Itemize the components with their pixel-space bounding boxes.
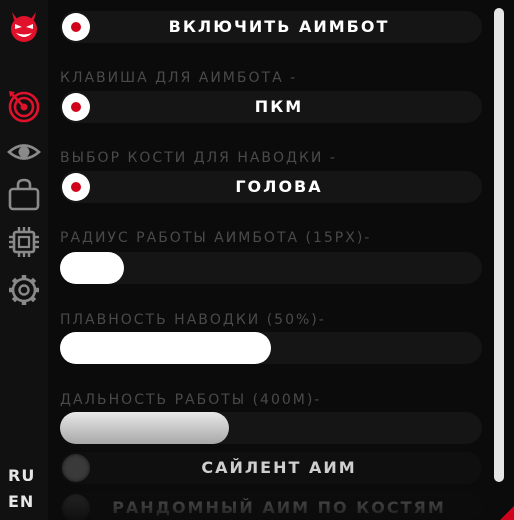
smoothness-slider[interactable] [60,332,482,364]
eye-icon[interactable] [6,134,42,170]
gear-icon[interactable] [6,272,42,308]
lang-en-button[interactable]: EN [8,492,34,511]
silent-aim-label: САЙЛЕНТ АИМ [201,458,357,477]
distance-slider[interactable] [60,412,482,444]
aimbot-toggle[interactable] [62,13,90,41]
distance-section-label: ДАЛЬНОСТЬ РАБОТЫ (400М)- [60,392,322,408]
aimbot-key-section-label: КЛАВИША ДЛЯ АИМБОТА - [60,70,298,86]
random-bones-toggle-row[interactable]: РАНДОМНЫЙ АИМ ПО КОСТЯМ [60,492,482,520]
bone-select-value: ГОЛОВА [235,177,323,196]
lang-ru-button[interactable]: RU [8,466,35,485]
aimbot-key-indicator[interactable] [62,93,90,121]
aimbot-settings-panel: ВКЛЮЧИТЬ АИМБОТ КЛАВИША ДЛЯ АИМБОТА - ПК… [48,0,514,520]
bone-selector[interactable]: ГОЛОВА [60,171,482,203]
silent-aim-toggle[interactable] [62,454,90,482]
silent-aim-toggle-row[interactable]: САЙЛЕНТ АИМ [60,452,482,484]
indicator-dot [71,182,81,192]
distance-slider-fill[interactable] [60,412,229,444]
bone-select-indicator[interactable] [62,173,90,201]
scrollbar[interactable] [494,8,504,482]
toggle-on-dot [71,22,81,32]
bone-select-section-label: ВЫБОР КОСТИ ДЛЯ НАВОДКИ - [60,150,337,166]
smoothness-slider-fill[interactable] [60,332,271,364]
target-icon[interactable] [6,88,42,124]
aimbot-key-value: ПКМ [254,97,304,116]
sidebar: RU EN [0,0,48,520]
radius-slider-fill[interactable] [60,252,124,284]
bag-icon[interactable] [6,176,42,212]
random-bones-toggle[interactable] [62,494,90,520]
smoothness-section-label: ПЛАВНОСТЬ НАВОДКИ (50%)- [60,312,326,328]
radius-slider[interactable] [60,252,482,284]
aimbot-key-selector[interactable]: ПКМ [60,91,482,123]
random-bones-label: РАНДОМНЫЙ АИМ ПО КОСТЯМ [112,498,446,517]
chip-icon[interactable] [6,224,42,260]
resize-corner-icon[interactable] [500,506,514,520]
aimbot-toggle-label: ВКЛЮЧИТЬ АИМБОТ [168,17,390,36]
radius-section-label: РАДИУС РАБОТЫ АИМБОТА (15PX)- [60,230,372,246]
devil-face-icon[interactable] [6,8,42,44]
aimbot-toggle-row[interactable]: ВКЛЮЧИТЬ АИМБОТ [60,11,482,43]
indicator-dot [71,102,81,112]
scrollbar-thumb[interactable] [494,8,504,482]
